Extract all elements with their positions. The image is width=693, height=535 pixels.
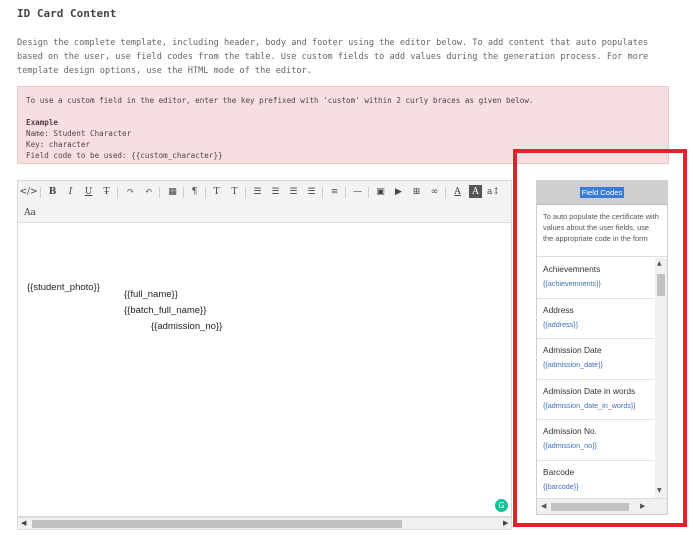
notice-example-label: Example bbox=[26, 118, 59, 127]
video-icon[interactable]: ▶ bbox=[392, 185, 405, 198]
notice-intro: To use a custom field in the editor, ent… bbox=[26, 96, 534, 105]
ordered-list-icon[interactable]: ☰ bbox=[269, 185, 282, 198]
scroll-right-icon[interactable]: ▶ bbox=[503, 519, 508, 527]
align-icon[interactable]: ☰ bbox=[287, 185, 300, 198]
font-size-icon[interactable]: T bbox=[210, 185, 223, 198]
horizontal-line-icon[interactable]: — bbox=[351, 185, 364, 198]
link-icon[interactable]: ∞ bbox=[428, 185, 441, 198]
undo-icon[interactable]: ↶ bbox=[142, 185, 155, 198]
unordered-list-icon[interactable]: ☰ bbox=[251, 185, 264, 198]
scrollbar-thumb[interactable] bbox=[32, 520, 402, 528]
editor-horizontal-scrollbar[interactable]: ◀ ▶ bbox=[17, 517, 512, 530]
scroll-left-icon[interactable]: ◀ bbox=[21, 519, 26, 527]
code-view-icon[interactable]: </> bbox=[19, 185, 37, 198]
notice-name-line: Name: Student Character bbox=[26, 129, 132, 138]
editor-content-area[interactable]: {{student_photo}} {{full_name}} {{batch_… bbox=[18, 224, 511, 514]
embed-icon[interactable]: ⊞ bbox=[410, 185, 423, 198]
admission-no-code: {{admission_no}} bbox=[151, 321, 223, 332]
image-icon[interactable]: ▣ bbox=[374, 185, 387, 198]
font-family-icon[interactable]: Aa bbox=[22, 206, 38, 219]
student-photo-code: {{student_photo}} bbox=[27, 282, 100, 293]
redo-icon[interactable]: ↷ bbox=[124, 185, 137, 198]
paragraph-format-icon[interactable]: ≡ bbox=[328, 185, 341, 198]
rich-text-editor: </> B I U T̶ ↷ ↶ ▦ ¶ T T ☰ ☰ ☰ ☰ ≡ — ▣ ▶… bbox=[17, 180, 512, 517]
italic-icon[interactable]: I bbox=[64, 185, 77, 198]
font-color-icon[interactable]: A bbox=[451, 185, 464, 198]
full-name-code: {{full_name}} bbox=[124, 289, 178, 300]
paragraph-icon[interactable]: ¶ bbox=[188, 185, 201, 198]
page-title: ID Card Content bbox=[17, 7, 117, 20]
clear-format-icon[interactable]: T bbox=[228, 185, 241, 198]
indent-icon[interactable]: ☰ bbox=[305, 185, 318, 198]
page-description: Design the complete template, including … bbox=[17, 38, 649, 76]
highlight-box bbox=[513, 149, 687, 527]
underline-icon[interactable]: U bbox=[82, 185, 95, 198]
batch-full-name-code: {{batch_full_name}} bbox=[124, 305, 207, 316]
table-icon[interactable]: ▦ bbox=[166, 185, 179, 198]
strikethrough-icon[interactable]: T̶ bbox=[100, 185, 113, 198]
bold-icon[interactable]: B bbox=[46, 185, 59, 198]
grammarly-icon[interactable]: G bbox=[495, 499, 508, 512]
background-color-icon[interactable]: A bbox=[469, 185, 482, 198]
editor-toolbar: </> B I U T̶ ↷ ↶ ▦ ¶ T T ☰ ☰ ☰ ☰ ≡ — ▣ ▶… bbox=[18, 181, 511, 223]
line-height-icon[interactable]: a↕ bbox=[487, 185, 500, 198]
